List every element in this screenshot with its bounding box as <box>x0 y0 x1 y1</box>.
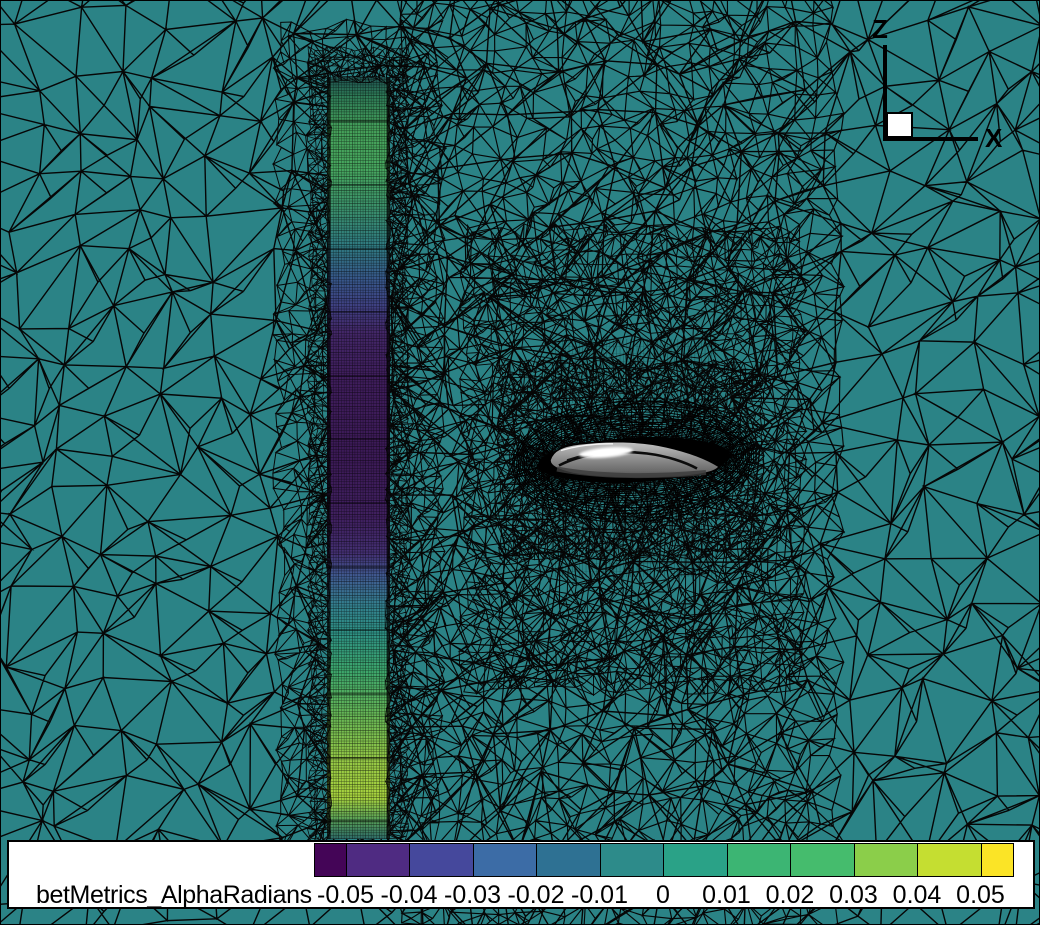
colorbar-tick-label: 0.02 <box>766 881 815 910</box>
colorbar-tick-label: 0.05 <box>956 881 1005 910</box>
colorbar-swatch <box>790 843 855 877</box>
axis-z-label: Z <box>872 14 888 45</box>
colorbar-swatch <box>981 843 1014 877</box>
colorbar-swatch <box>663 843 728 877</box>
colorbar-tick-label: 0.03 <box>829 881 878 910</box>
colorbar-swatch <box>473 843 538 877</box>
colorbar-swatch <box>314 843 347 877</box>
colorbar-swatch <box>409 843 474 877</box>
colorbar-tick-label: 0.04 <box>893 881 942 910</box>
axis-origin-marker <box>887 113 912 137</box>
colorbar-tick-label: -0.02 <box>508 881 565 910</box>
colorbar-swatch <box>600 843 665 877</box>
wake-grid-lower <box>550 517 718 577</box>
colorbar-tick-label: 0 <box>656 881 670 910</box>
colorbar-title: betMetrics_AlphaRadians <box>36 881 312 910</box>
colorbar-swatch <box>727 843 792 877</box>
colorbar-swatch <box>917 843 982 877</box>
colorbar-swatch <box>536 843 601 877</box>
axis-indicator <box>883 45 978 141</box>
colorbar-tick-label: -0.01 <box>571 881 628 910</box>
colorbar-tick-label: 0.01 <box>702 881 751 910</box>
mesh-canvas[interactable] <box>1 1 1040 925</box>
colorbar-swatch <box>346 843 411 877</box>
colorbar-tick-label: -0.03 <box>444 881 501 910</box>
viewport[interactable]: Z X betMetrics_AlphaRadians -0.05-0.04-0… <box>0 0 1040 925</box>
colorbar-swatch <box>854 843 919 877</box>
rotor-strip-blockgrid <box>327 77 390 839</box>
colorbar-tick-label: -0.05 <box>317 881 374 910</box>
colorbar-tick-label: -0.04 <box>381 881 438 910</box>
axis-x-label: X <box>985 123 1002 154</box>
colorbar-legend: betMetrics_AlphaRadians -0.05-0.04-0.03-… <box>7 840 1035 909</box>
wake-grid-upper <box>550 339 718 403</box>
